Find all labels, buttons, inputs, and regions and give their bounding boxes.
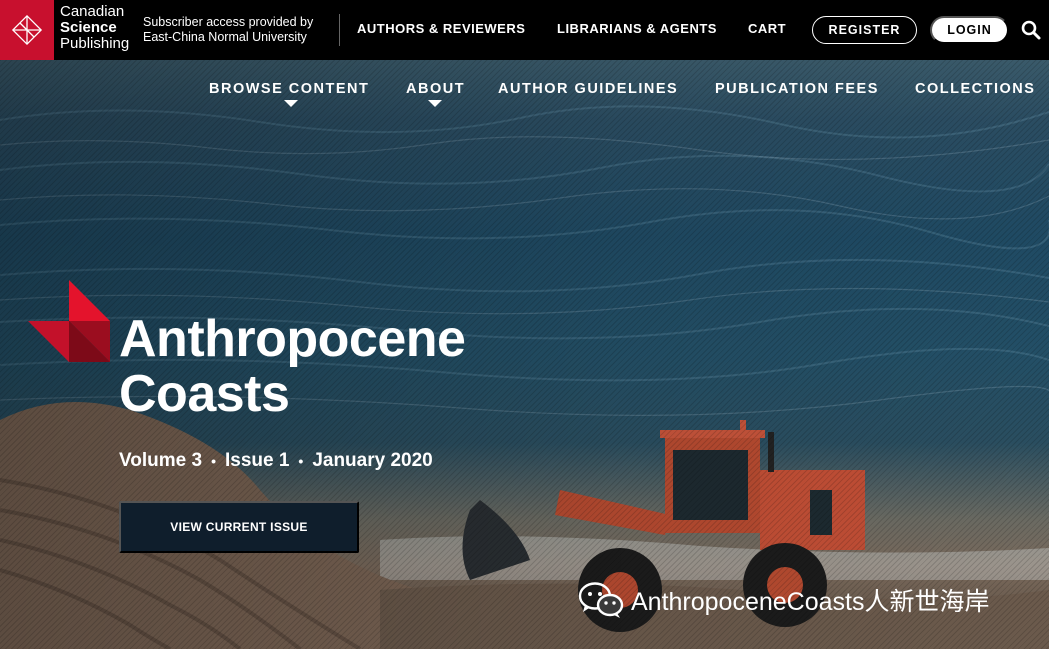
subnav-collections[interactable]: COLLECTIONS <box>915 81 1035 97</box>
volume-label: Volume 3 <box>119 450 203 471</box>
view-current-issue-button[interactable]: VIEW CURRENT ISSUE <box>119 501 359 553</box>
watermark-text: AnthropoceneCoasts人新世海岸 <box>631 588 990 616</box>
header-divider <box>339 14 340 46</box>
wechat-watermark: AnthropoceneCoasts人新世海岸 <box>577 580 989 620</box>
issue-date: January 2020 <box>312 450 433 471</box>
hero-banner: BROWSE CONTENT ABOUT AUTHOR GUIDELINES P… <box>0 60 1049 649</box>
chevron-down-icon <box>284 100 298 107</box>
subnav-author-guidelines[interactable]: AUTHOR GUIDELINES <box>498 81 678 97</box>
subnav-publication-fees[interactable]: PUBLICATION FEES <box>715 81 879 97</box>
register-button[interactable]: REGISTER <box>812 16 917 44</box>
csp-logo[interactable] <box>0 0 54 60</box>
subnav-about[interactable]: ABOUT <box>406 81 465 97</box>
separator-dot: • <box>298 453 304 469</box>
journal-logo-icon <box>28 280 110 362</box>
separator-dot: • <box>211 453 216 469</box>
search-icon[interactable] <box>1020 19 1042 41</box>
nav-authors-reviewers[interactable]: AUTHORS & REVIEWERS <box>357 21 525 36</box>
journal-title: Anthropocene Coasts <box>119 310 466 423</box>
subscriber-notice: Subscriber access provided by East-China… <box>143 15 314 44</box>
chevron-down-icon <box>428 100 442 107</box>
wechat-icon <box>578 582 624 618</box>
issue-label: Issue 1 <box>224 450 290 471</box>
nav-cart[interactable]: CART <box>748 21 786 36</box>
login-button[interactable]: LOGIN <box>930 16 1009 44</box>
subnav-browse-content[interactable]: BROWSE CONTENT <box>209 81 369 97</box>
top-bar: Canadian Science Publishing Subscriber a… <box>0 0 1049 60</box>
brand-name[interactable]: Canadian Science Publishing <box>60 4 129 52</box>
issue-info: Volume 3 • Issue 1 • January 2020 <box>119 450 433 472</box>
nav-librarians-agents[interactable]: LIBRARIANS & AGENTS <box>557 21 717 36</box>
csp-logo-icon <box>11 14 43 46</box>
